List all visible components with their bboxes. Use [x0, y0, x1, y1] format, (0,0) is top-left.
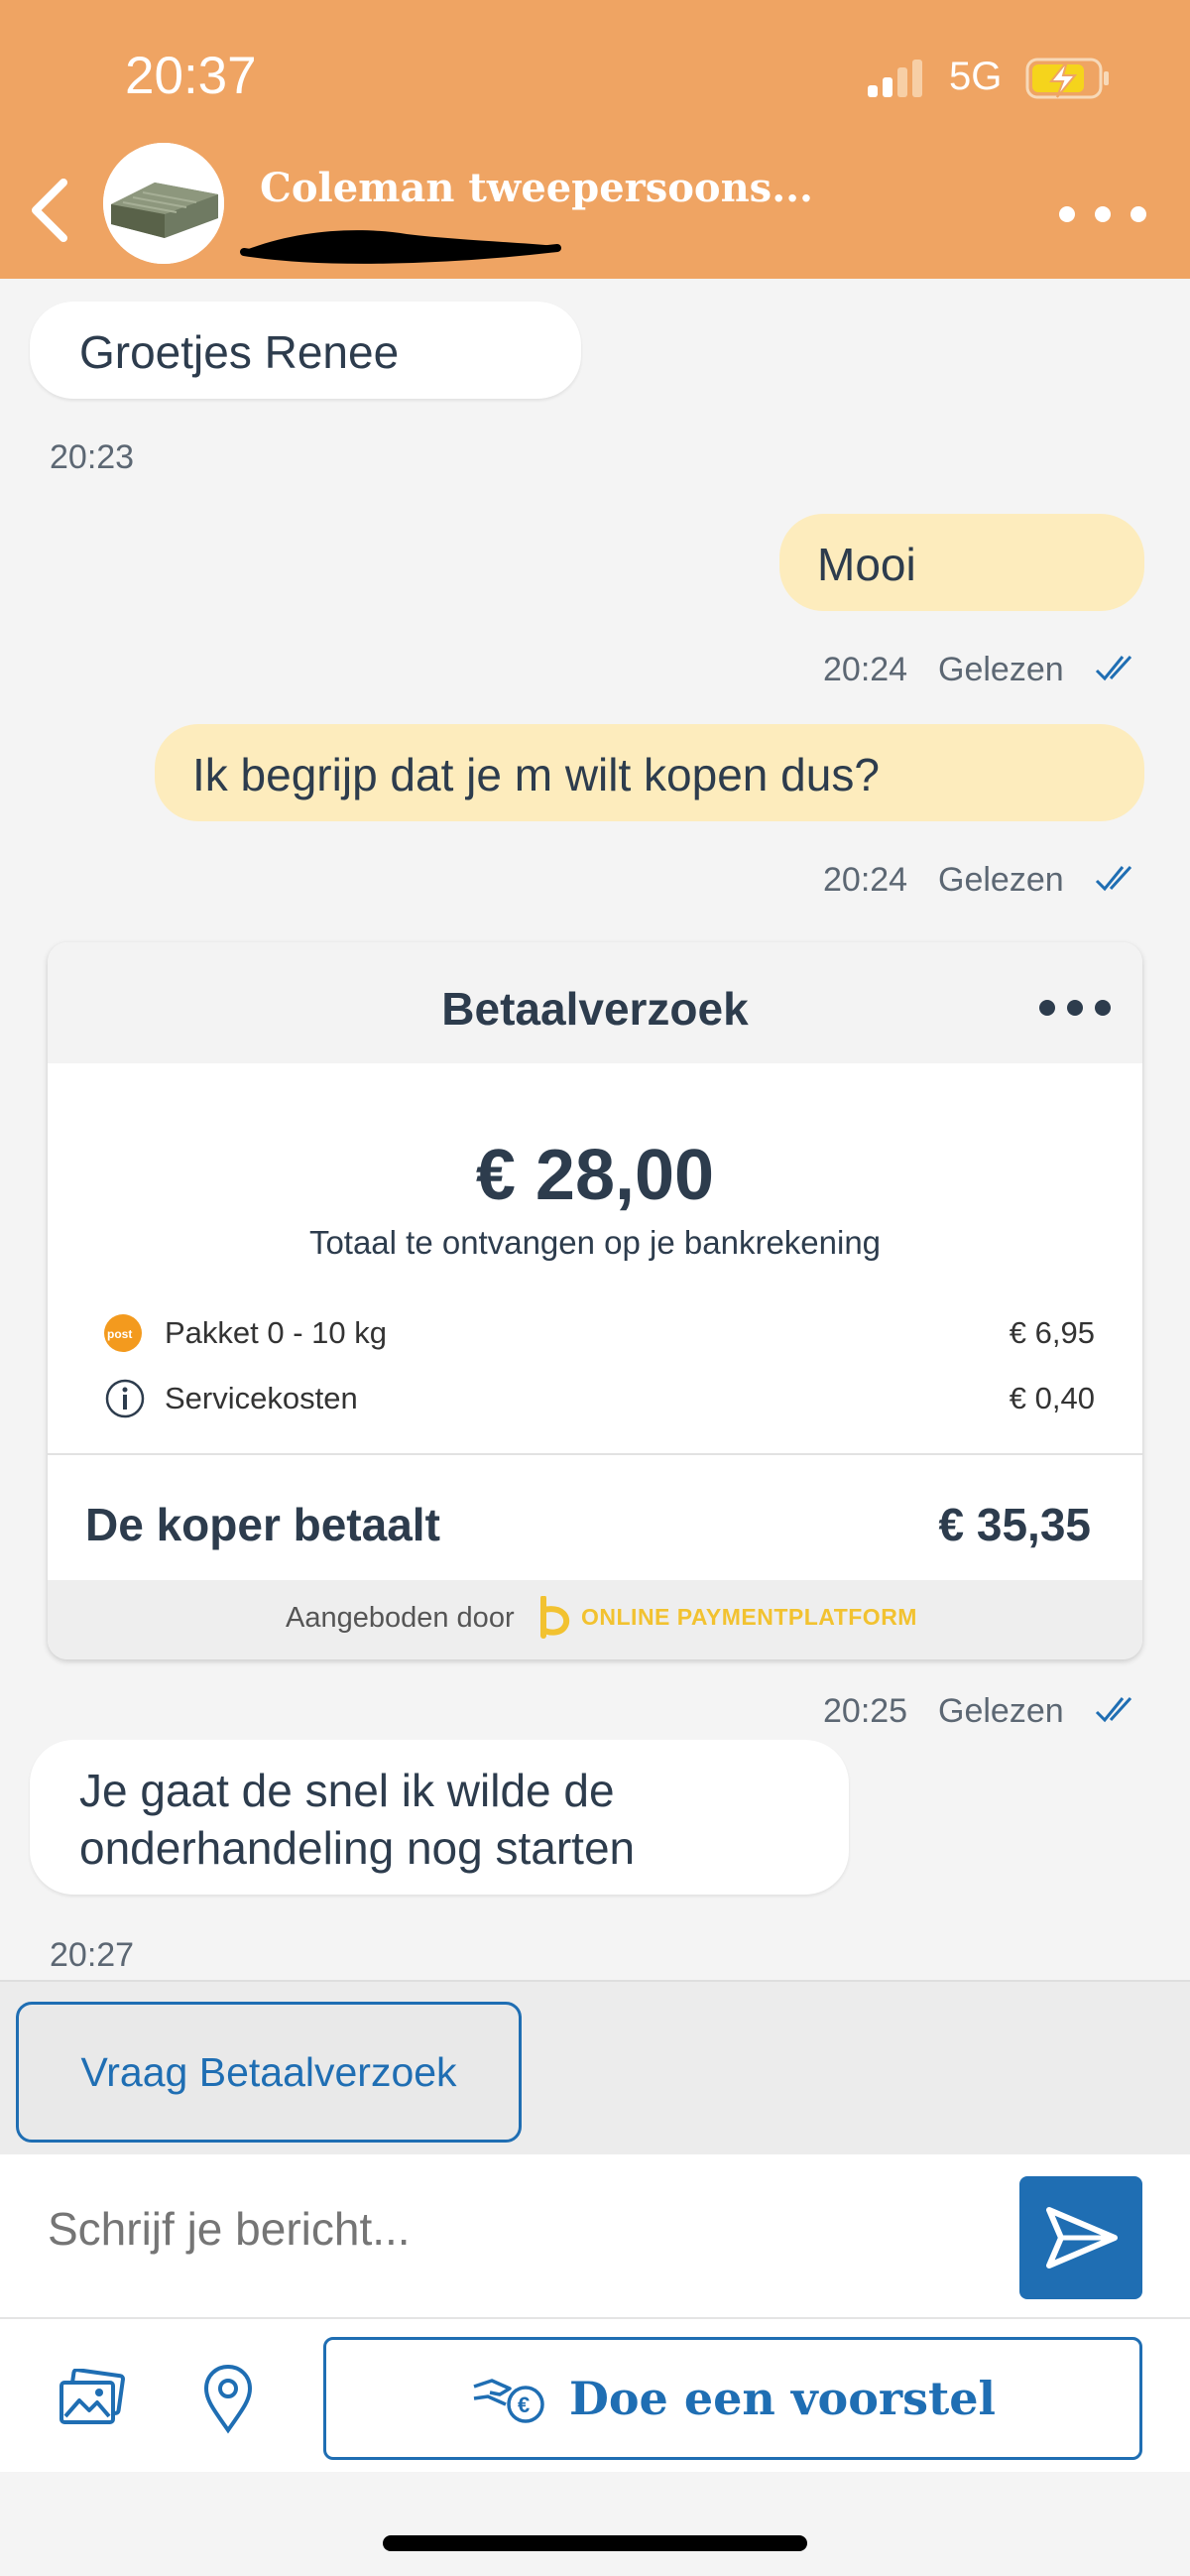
incoming-message[interactable]: Je gaat de snel ik wilde de onderhandeli…: [30, 1740, 849, 1895]
info-icon[interactable]: [105, 1379, 147, 1420]
svg-text:€: €: [518, 2392, 530, 2417]
payment-platform-name: ONLINE PAYMENTPLATFORM: [581, 1604, 917, 1630]
network-label: 5G: [949, 55, 1003, 98]
offered-by-label: Aangeboden door: [286, 1602, 515, 1634]
double-check-icon: [1095, 655, 1132, 681]
message-time: 20:24: [823, 651, 908, 688]
outgoing-message[interactable]: Ik begrijp dat je m wilt kopen dus?: [155, 724, 1144, 821]
message-time: 20:23: [50, 438, 135, 476]
photo-button[interactable]: [58, 2368, 127, 2428]
bottom-toolbar: € Doe een voorstel: [0, 2319, 1190, 2472]
postnl-icon: post: [104, 1314, 142, 1352]
message-time: 20:25: [823, 1692, 908, 1730]
status-time: 20:37: [125, 47, 257, 105]
chat-header: 20:37 5G Coleman tweepersoons...: [0, 0, 1190, 279]
shipping-cost: € 6,95: [1009, 1315, 1095, 1350]
read-status: Gelezen: [938, 1692, 1064, 1730]
make-offer-button[interactable]: € Doe een voorstel: [323, 2337, 1142, 2460]
read-status: Gelezen: [938, 861, 1064, 899]
chat-title[interactable]: Coleman tweepersoons...: [260, 165, 813, 211]
payment-card-header: Betaalverzoek: [48, 942, 1142, 1063]
payment-amount-caption: Totaal te ontvangen op je bankrekening: [308, 1224, 882, 1261]
request-payment-button[interactable]: Vraag Betaalverzoek: [16, 2002, 522, 2143]
read-status: Gelezen: [938, 651, 1064, 688]
message-time: 20:27: [50, 1936, 135, 1974]
dot-icon: [1130, 206, 1146, 222]
message-input[interactable]: [48, 2202, 940, 2256]
buyer-pays-amount: € 35,35: [938, 1499, 1091, 1550]
shipping-label: Pakket 0 - 10 kg: [165, 1315, 388, 1350]
send-button[interactable]: [1019, 2176, 1142, 2299]
hand-offer-coin-icon: €: [473, 2379, 544, 2423]
more-options-button[interactable]: [1051, 194, 1170, 234]
divider: [48, 1453, 1142, 1455]
dot-icon: [1059, 206, 1075, 222]
location-button[interactable]: [200, 2363, 256, 2434]
photo-gallery-icon: [60, 2368, 126, 2424]
battery-charging-icon: [1025, 58, 1109, 99]
buyer-pays-label: De koper betaalt: [85, 1499, 440, 1550]
dot-icon: [1039, 1000, 1055, 1016]
chevron-left-icon: [32, 179, 67, 242]
message-time: 20:24: [823, 861, 908, 899]
incoming-message[interactable]: Groetjes Renee: [30, 302, 581, 399]
double-check-icon: [1095, 1696, 1132, 1723]
payment-platform-logo-icon: [540, 1596, 570, 1639]
message-text: Ik begrijp dat je m wilt kopen dus?: [192, 749, 880, 800]
back-button[interactable]: [22, 171, 81, 250]
location-pin-icon: [203, 2364, 253, 2434]
dot-icon: [1095, 1000, 1111, 1016]
redacted-name-scribble: [240, 230, 561, 264]
message-text-line: Je gaat de snel ik wilde de: [79, 1765, 615, 1816]
message-text: Mooi: [817, 539, 916, 590]
make-offer-label: Doe een voorstel: [568, 2372, 997, 2425]
message-text-line: onderhandeling nog starten: [79, 1822, 636, 1874]
payment-request-card[interactable]: Betaalverzoek € 28,00 Totaal te ontvange…: [48, 942, 1142, 1659]
payment-card-footer: Aangeboden door ONLINE PAYMENTPLATFORM: [48, 1580, 1142, 1659]
service-fee-label: Servicekosten: [165, 1381, 358, 1415]
svg-text:post: post: [107, 1327, 132, 1341]
quick-actions-bar: Vraag Betaalverzoek: [0, 1980, 1190, 2156]
outgoing-message[interactable]: Mooi: [779, 514, 1144, 611]
payment-amount: € 28,00: [475, 1136, 715, 1215]
message-text: Groetjes Renee: [79, 326, 400, 378]
payment-card-title: Betaalverzoek: [441, 983, 749, 1035]
message-composer: [0, 2154, 1190, 2319]
dot-icon: [1067, 1000, 1083, 1016]
dot-icon: [1095, 206, 1111, 222]
signal-icon: [868, 60, 922, 97]
home-indicator: [383, 2535, 807, 2551]
air-mattress-image: [103, 143, 224, 264]
double-check-icon: [1095, 865, 1132, 892]
listing-avatar[interactable]: [103, 143, 224, 264]
send-icon: [1046, 2207, 1118, 2269]
payment-more-button[interactable]: [1039, 1000, 1119, 1020]
service-fee: € 0,40: [1009, 1381, 1095, 1415]
